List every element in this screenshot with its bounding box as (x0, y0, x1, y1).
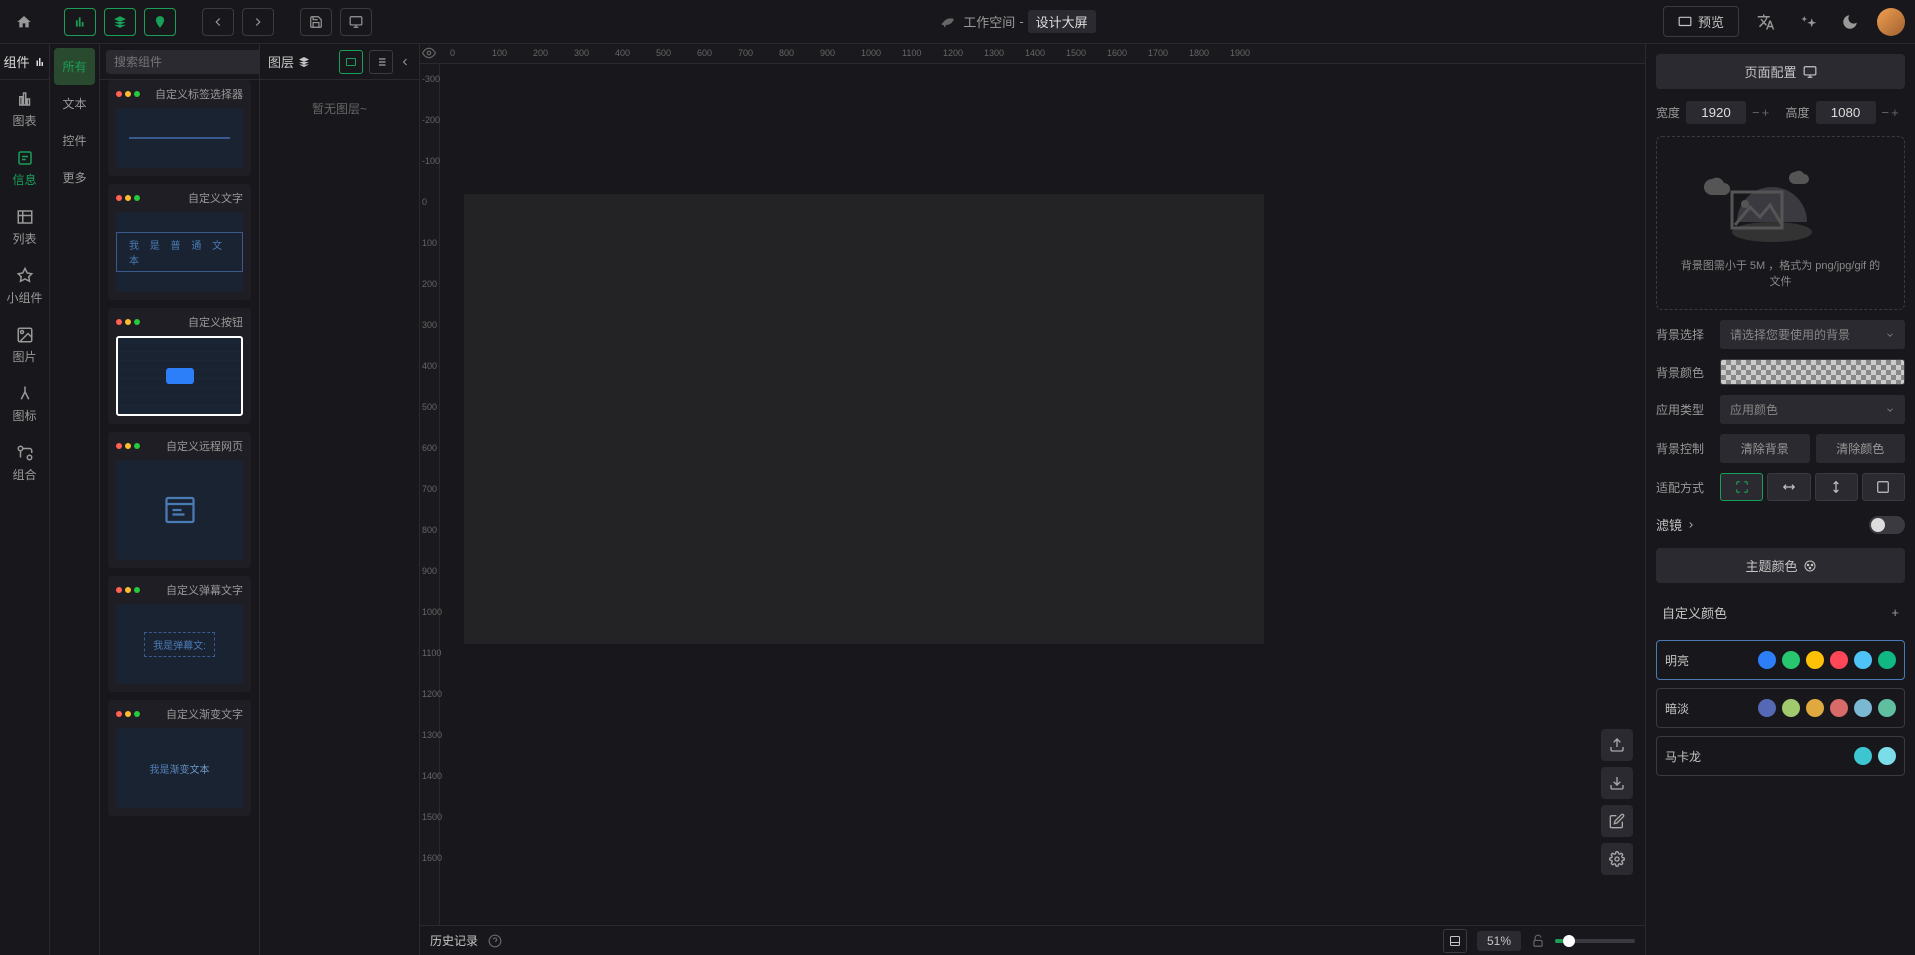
filter-toggle[interactable] (1869, 516, 1905, 534)
edit-icon[interactable] (1601, 805, 1633, 837)
width-input[interactable] (1686, 101, 1746, 124)
settings-icon[interactable] (1601, 843, 1633, 875)
nav-image[interactable]: 图片 (0, 316, 49, 375)
height-dec[interactable]: − (1882, 105, 1890, 120)
layers-icon[interactable] (104, 8, 136, 36)
page-config-header: 页面配置 (1656, 54, 1905, 89)
component-card[interactable]: 自定义远程网页 (108, 432, 251, 568)
language-icon[interactable] (1751, 7, 1781, 37)
sidebar-title: 组件 (0, 44, 49, 80)
magic-icon[interactable] (1793, 7, 1823, 37)
bg-upload[interactable]: 背景图需小于 5M ，格式为 png/jpg/gif 的文件 (1656, 136, 1905, 310)
height-label: 高度 (1786, 104, 1810, 121)
nav-group[interactable]: 组合 (0, 434, 49, 493)
app-type-label: 应用类型 (1656, 401, 1712, 418)
nav-icon[interactable]: 图标 (0, 375, 49, 434)
layers-title: 图层 (268, 52, 333, 71)
nav-list[interactable]: 列表 (0, 198, 49, 257)
fit-full[interactable] (1862, 473, 1905, 501)
ruler-vertical: -300-200-1000100200300400500600700800900… (420, 64, 440, 925)
export-icon[interactable] (1601, 729, 1633, 761)
palette-bright[interactable]: 明亮 (1656, 640, 1905, 680)
breadcrumb-current: 设计大屏 (1028, 10, 1096, 33)
app-type-select[interactable]: 应用颜色 (1720, 395, 1905, 424)
palette-dim[interactable]: 暗淡 (1656, 688, 1905, 728)
nav-info[interactable]: 信息 (0, 139, 49, 198)
lock-icon[interactable] (1531, 934, 1545, 948)
component-card[interactable]: 自定义渐变文字 我是渐变文本 (108, 700, 251, 816)
detail-icon[interactable] (144, 8, 176, 36)
component-card[interactable]: 自定义弹幕文字 我是弹幕文: (108, 576, 251, 692)
layer-view-thumb-icon[interactable] (339, 50, 363, 74)
height-inc[interactable]: + (1891, 105, 1899, 120)
palette-macaron[interactable]: 马卡龙 (1656, 736, 1905, 776)
theme-header: 主题颜色 (1656, 548, 1905, 583)
nav-chart[interactable]: 图表 (0, 80, 49, 139)
forward-icon[interactable] (242, 8, 274, 36)
chevron-down-icon (1885, 330, 1895, 340)
bg-ctrl-label: 背景控制 (1656, 440, 1712, 457)
cat-control[interactable]: 控件 (50, 122, 99, 159)
clear-bg-button[interactable]: 清除背景 (1720, 434, 1810, 463)
zoom-value[interactable]: 51% (1477, 931, 1521, 951)
canvas[interactable] (464, 194, 1264, 644)
component-card[interactable]: 自定义按钮 (108, 308, 251, 424)
zoom-slider[interactable] (1555, 939, 1635, 943)
bg-select[interactable]: 请选择您要使用的背景 (1720, 320, 1905, 349)
cat-more[interactable]: 更多 (50, 159, 99, 196)
clear-color-button[interactable]: 清除颜色 (1816, 434, 1906, 463)
fit-label: 适配方式 (1656, 479, 1712, 496)
moon-icon[interactable] (1835, 7, 1865, 37)
cat-all[interactable]: 所有 (54, 48, 95, 85)
breadcrumb: 工作空间 - 设计大屏 (963, 10, 1095, 33)
chart-icon[interactable] (64, 8, 96, 36)
fit-height[interactable] (1815, 473, 1858, 501)
eye-icon[interactable] (422, 46, 436, 60)
filter-label[interactable]: 滤镜 (1656, 515, 1696, 534)
bg-color-picker[interactable] (1720, 359, 1905, 385)
import-icon[interactable] (1601, 767, 1633, 799)
collapse-layers-icon[interactable] (399, 56, 411, 68)
fit-width[interactable] (1767, 473, 1810, 501)
display-icon[interactable] (340, 8, 372, 36)
footer-panel-icon[interactable] (1443, 929, 1467, 953)
palette-icon (1804, 560, 1816, 572)
width-dec[interactable]: − (1752, 105, 1760, 120)
add-color-icon[interactable]: + (1891, 605, 1899, 620)
width-inc[interactable]: + (1762, 105, 1770, 120)
search-input[interactable] (106, 50, 260, 74)
custom-color-label: 自定义颜色 (1662, 603, 1727, 622)
cat-text[interactable]: 文本 (50, 85, 99, 122)
back-icon[interactable] (202, 8, 234, 36)
home-icon[interactable] (10, 8, 38, 36)
preview-button[interactable]: 预览 (1663, 6, 1739, 37)
height-input[interactable] (1816, 101, 1876, 124)
component-card[interactable]: 自定义标签选择器 (108, 80, 251, 176)
chevron-right-icon (1686, 520, 1696, 530)
fish-icon (939, 13, 957, 31)
nav-widget[interactable]: 小组件 (0, 257, 49, 316)
bg-select-label: 背景选择 (1656, 326, 1712, 343)
ruler-horizontal: 0100200300400500600700800900100011001200… (420, 44, 1645, 64)
component-card[interactable]: 自定义文字 我 是 普 通 文 本 (108, 184, 251, 300)
help-icon[interactable] (488, 934, 502, 948)
width-label: 宽度 (1656, 104, 1680, 121)
fit-auto[interactable] (1720, 473, 1763, 501)
avatar[interactable] (1877, 8, 1905, 36)
chevron-down-icon (1885, 405, 1895, 415)
layers-empty: 暂无图层~ (260, 80, 419, 137)
history-label[interactable]: 历史记录 (430, 932, 478, 949)
save-icon[interactable] (300, 8, 332, 36)
layer-view-list-icon[interactable] (369, 50, 393, 74)
bg-color-label: 背景颜色 (1656, 364, 1712, 381)
